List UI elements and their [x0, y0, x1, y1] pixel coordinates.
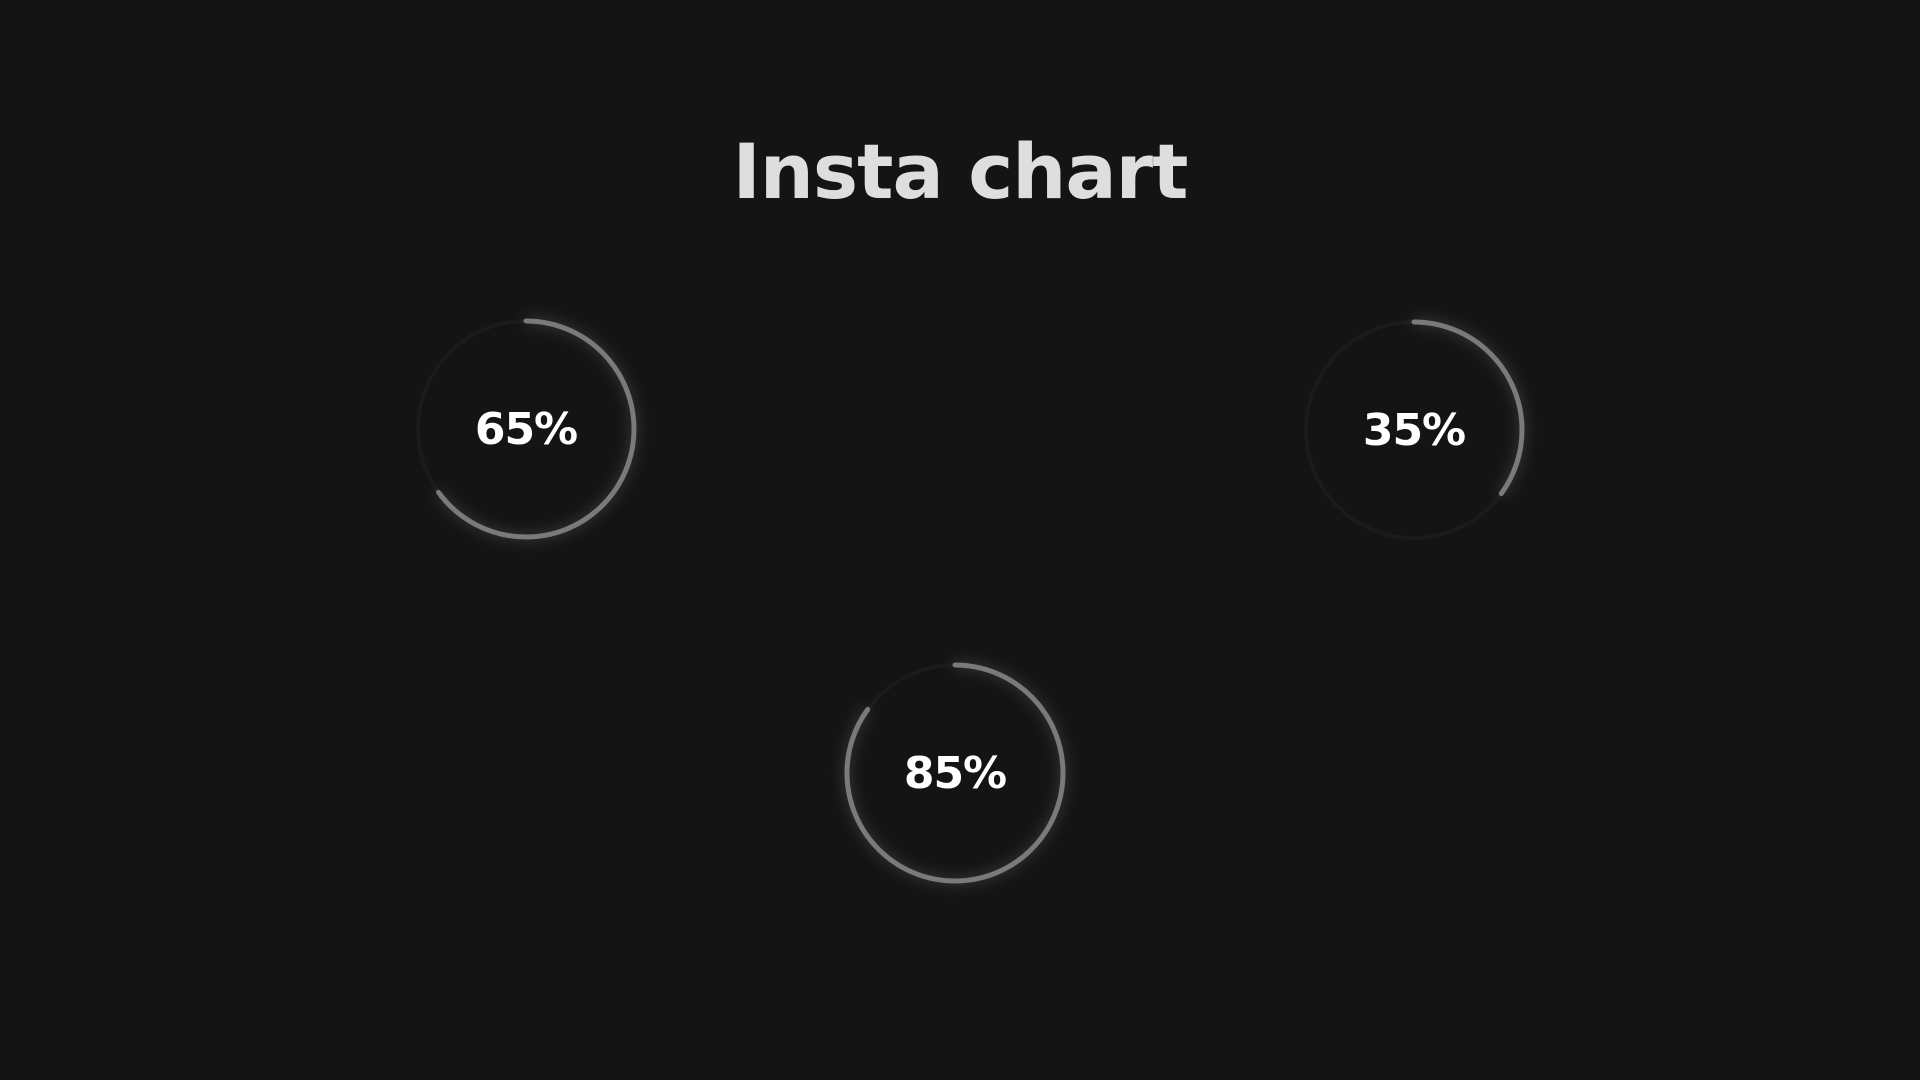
progress-ring-35: 35% [1301, 317, 1527, 543]
page-title: Insta chart [732, 127, 1189, 216]
progress-value-label: 85% [903, 747, 1007, 799]
progress-ring-65: 65% [413, 316, 639, 542]
progress-ring-85: 85% [842, 660, 1068, 886]
progress-value-label: 65% [474, 403, 578, 455]
progress-value-label: 35% [1362, 404, 1466, 456]
